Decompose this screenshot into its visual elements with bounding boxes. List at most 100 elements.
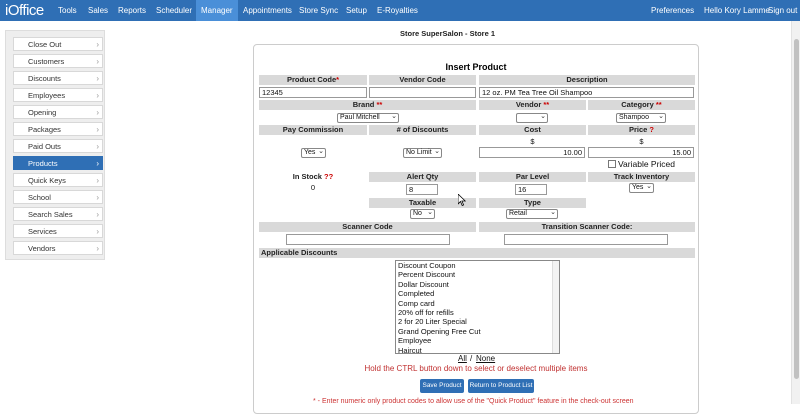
list-item[interactable]: 2 for 20 Liter Special (396, 317, 559, 326)
par-level-input[interactable]: 16 (515, 184, 547, 195)
nav-reports[interactable]: Reports (113, 0, 151, 21)
list-item[interactable]: Dollar Discount (396, 280, 559, 289)
list-item[interactable]: Discount Coupon (396, 261, 559, 270)
transition-scanner-code-header: Transition Scanner Code: (479, 222, 695, 232)
transition-scanner-code-input[interactable] (504, 234, 668, 245)
type-select[interactable]: Retail ⌄ (506, 209, 558, 219)
sidebar-item-search-sales[interactable]: Search Sales › (13, 207, 103, 221)
chevron-right-icon: › (96, 244, 99, 253)
list-item[interactable]: Haircut (396, 346, 559, 353)
brand-select[interactable]: Paul Mitchell ⌄ (337, 113, 399, 123)
num-discounts-header: # of Discounts (369, 125, 476, 135)
help-mark[interactable]: ? (649, 125, 654, 134)
vendor-code-input[interactable] (369, 87, 476, 98)
vendor-header: Vendor ** (479, 100, 586, 110)
sidebar-item-paid-outs[interactable]: Paid Outs › (13, 139, 103, 153)
top-nav-bar: iOffice Tools Sales Reports Scheduler Ma… (0, 0, 800, 21)
sidebar-item-services[interactable]: Services › (13, 224, 103, 238)
sidebar-item-discounts[interactable]: Discounts › (13, 71, 103, 85)
sidebar-item-close-out[interactable]: Close Out › (13, 37, 103, 51)
chevron-down-icon: ⌄ (658, 113, 664, 120)
sidebar-item-quick-keys[interactable]: Quick Keys › (13, 173, 103, 187)
pay-commission-select[interactable]: Yes ⌄ (301, 148, 326, 158)
sidebar-item-products[interactable]: Products › (13, 156, 103, 170)
list-item[interactable]: Employee (396, 336, 559, 345)
header-label: Vendor (515, 100, 542, 109)
category-select[interactable]: Shampoo ⌄ (616, 113, 666, 123)
nav-manager[interactable]: Manager (196, 0, 238, 21)
sidebar-item-packages[interactable]: Packages › (13, 122, 103, 136)
product-code-header: Product Code* (259, 75, 367, 85)
taxable-select[interactable]: No ⌄ (410, 209, 435, 219)
sidebar-item-label: School (28, 193, 51, 202)
nav-tools[interactable]: Tools (53, 0, 82, 21)
product-code-input[interactable]: 12345 (259, 87, 367, 98)
sidebar-item-label: Opening (28, 108, 57, 117)
sidebar-item-label: Search Sales (28, 210, 73, 219)
list-item[interactable]: Completed (396, 289, 559, 298)
list-item[interactable]: 20% off for refills (396, 308, 559, 317)
listbox-scrollbar[interactable] (552, 261, 559, 353)
scrollbar-thumb[interactable] (794, 39, 799, 379)
scanner-code-input[interactable] (286, 234, 450, 245)
app-logo[interactable]: iOffice (5, 1, 44, 20)
select-none-link[interactable]: None (476, 354, 495, 363)
sign-out-link[interactable]: Sign out (768, 0, 797, 21)
select-separator: / (470, 354, 473, 363)
chevron-right-icon: › (96, 125, 99, 134)
description-input[interactable]: 12 oz. PM Tea Tree Oil Shampoo (479, 87, 694, 98)
sidebar-item-customers[interactable]: Customers › (13, 54, 103, 68)
brand-header: Brand ** (259, 100, 476, 110)
save-product-button[interactable]: Save Product (420, 379, 464, 393)
select-all-link[interactable]: All (458, 354, 467, 363)
sidebar-item-label: Employees (28, 91, 66, 100)
sidebar-item-label: Packages (28, 125, 61, 134)
track-inventory-header: Track Inventory (588, 172, 695, 182)
nav-e-royalties[interactable]: E-Royalties (372, 0, 423, 21)
price-input[interactable]: 15.00 (588, 147, 694, 158)
sidebar: Close Out › Customers › Discounts › Employe… (5, 30, 105, 260)
nav-scheduler[interactable]: Scheduler (151, 0, 197, 21)
cost-input[interactable]: 10.00 (479, 147, 585, 158)
required-mark: ** (543, 100, 550, 109)
nav-store-sync[interactable]: Store Sync (294, 0, 343, 21)
list-item[interactable]: Grand Opening Free Cut (396, 327, 559, 336)
page-scrollbar[interactable] (791, 21, 800, 404)
return-to-product-list-button[interactable]: Return to Product List (468, 379, 534, 393)
nav-sales[interactable]: Sales (83, 0, 113, 21)
header-label: Category (621, 100, 654, 109)
num-discounts-select[interactable]: No Limit ⌄ (403, 148, 442, 158)
applicable-discounts-header: Applicable Discounts (259, 248, 695, 258)
chevron-right-icon: › (96, 40, 99, 49)
cost-currency: $ (530, 137, 535, 146)
chevron-right-icon: › (96, 57, 99, 66)
list-item[interactable]: Comp card (396, 299, 559, 308)
in-stock-value: 0 (310, 183, 316, 192)
variable-priced-checkbox[interactable] (608, 160, 616, 168)
alert-qty-header: Alert Qty (369, 172, 476, 182)
sidebar-item-vendors[interactable]: Vendors › (13, 241, 103, 255)
sidebar-item-school[interactable]: School › (13, 190, 103, 204)
chevron-down-icon: ⌄ (646, 183, 652, 190)
sidebar-item-label: Vendors (28, 244, 56, 253)
chevron-down-icon: ⌄ (434, 148, 440, 155)
sidebar-item-label: Discounts (28, 74, 61, 83)
select-value: Retail (509, 210, 527, 217)
pay-commission-header: Pay Commission (259, 125, 367, 135)
header-label: Brand (352, 100, 375, 109)
sidebar-item-opening[interactable]: Opening › (13, 105, 103, 119)
header-label: In Stock (292, 172, 322, 181)
help-mark[interactable]: ?? (324, 172, 333, 181)
multi-select-hint: Hold the CTRL button down to select or d… (364, 364, 588, 373)
price-header: Price ? (588, 125, 695, 135)
vendor-select[interactable]: ⌄ (516, 113, 548, 123)
list-item[interactable]: Percent Discount (396, 270, 559, 279)
nav-setup[interactable]: Setup (341, 0, 372, 21)
track-inventory-select[interactable]: Yes ⌄ (629, 183, 654, 193)
preferences-link[interactable]: Preferences (651, 0, 694, 21)
sidebar-item-employees[interactable]: Employees › (13, 88, 103, 102)
cost-header: Cost (479, 125, 586, 135)
alert-qty-input[interactable]: 8 (406, 184, 438, 195)
discounts-listbox[interactable]: Discount Coupon Percent Discount Dollar … (395, 260, 560, 354)
nav-appointments[interactable]: Appointments (238, 0, 297, 21)
